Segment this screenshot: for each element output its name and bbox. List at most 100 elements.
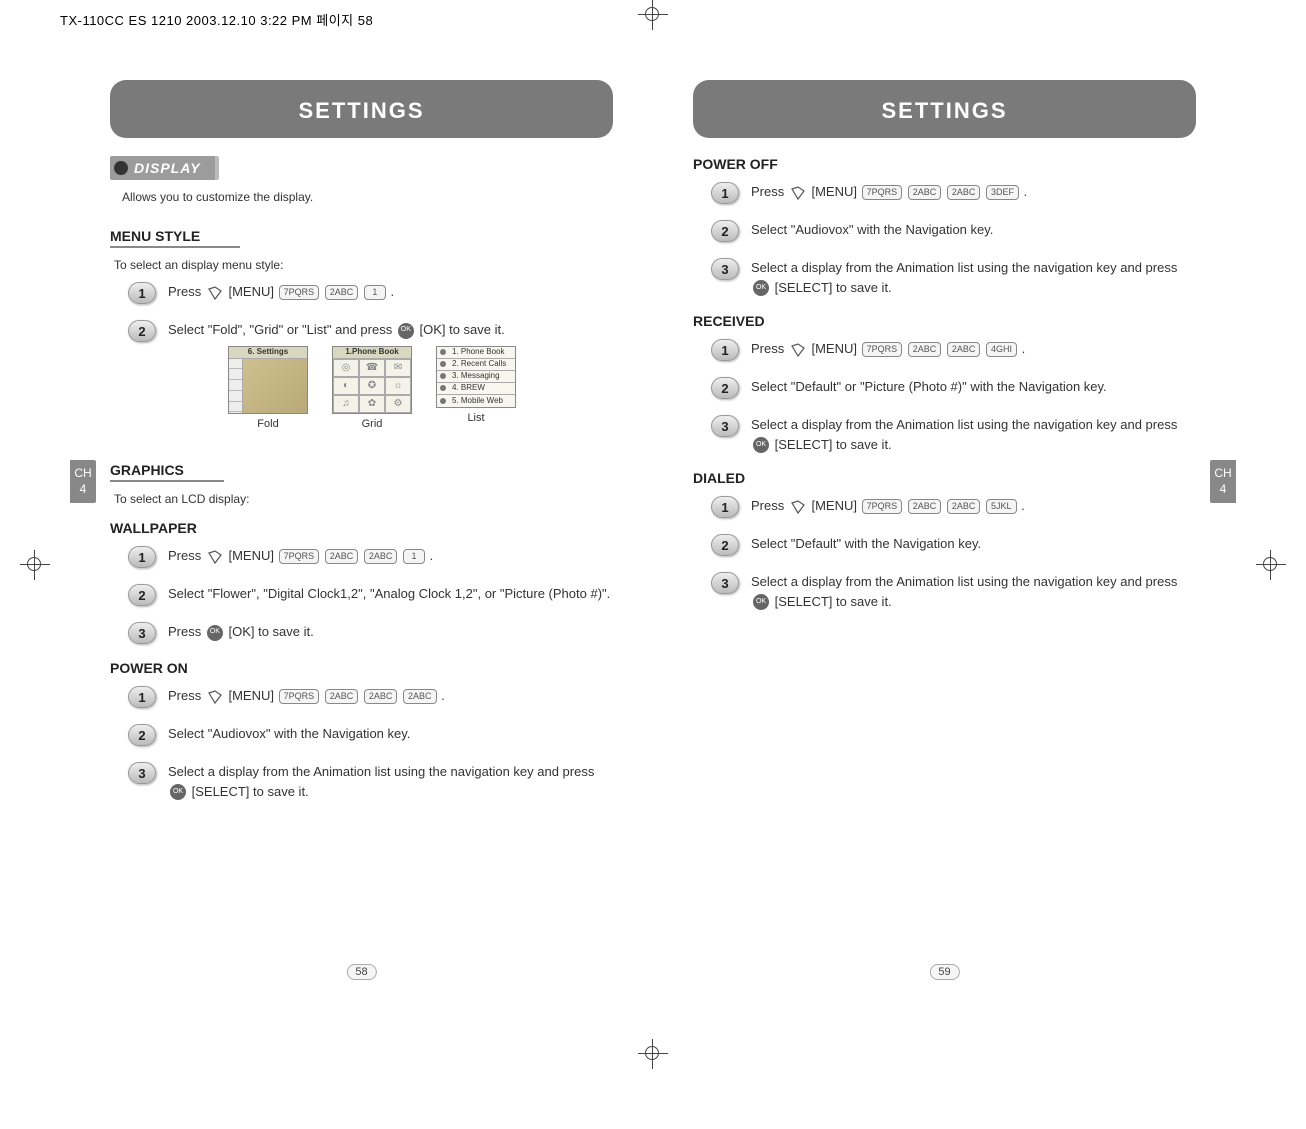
key-icon: 2ABC: [403, 689, 437, 705]
step-text: Press [MENU] 7PQRS 2ABC 2ABC 4GHI .: [751, 339, 1196, 359]
menu-style-screenshots: 6. Settings Fold 1.Phone Book ◎: [228, 346, 613, 433]
softkey-icon: [790, 499, 806, 515]
key-icon: 4GHI: [986, 342, 1017, 358]
dialed-heading: DIALED: [693, 470, 1196, 486]
step-text: Select a display from the Animation list…: [751, 415, 1196, 454]
step-number-icon: 2: [711, 534, 739, 556]
step-number-icon: 3: [128, 622, 156, 644]
list-item: 3. Messaging: [437, 371, 515, 383]
fold-label: Fold: [228, 416, 308, 433]
crop-mark-right: [1256, 550, 1286, 580]
power-off-step-2: 2 Select "Audiovox" with the Navigation …: [711, 220, 1196, 242]
menu-style-desc: To select an display menu style:: [114, 258, 613, 272]
text: [SELECT] to save it.: [775, 280, 892, 295]
text: Press: [751, 498, 788, 513]
text: [MENU]: [811, 498, 860, 513]
softkey-icon: [790, 185, 806, 201]
step-number-icon: 1: [711, 182, 739, 204]
chapter-label: CH: [1210, 466, 1236, 482]
crop-mark-bottom: [638, 1039, 668, 1069]
step-number-icon: 1: [128, 282, 156, 304]
step-number-icon: 1: [128, 546, 156, 568]
text: [SELECT] to save it.: [192, 784, 309, 799]
text: Press: [168, 284, 205, 299]
ok-button-icon: OK: [398, 323, 414, 339]
key-icon: 5JKL: [986, 499, 1017, 515]
text: [MENU]: [228, 688, 277, 703]
text: Select a display from the Animation list…: [751, 260, 1177, 275]
step-text: Select "Default" with the Navigation key…: [751, 534, 1196, 554]
page-number-right: 59: [929, 964, 959, 980]
key-icon: 2ABC: [325, 689, 359, 705]
text: Press: [751, 341, 788, 356]
list-preview: 1. Phone Book 2. Recent Calls 3. Messagi…: [436, 346, 516, 408]
key-icon: 2ABC: [364, 689, 398, 705]
power-on-step-3: 3 Select a display from the Animation li…: [128, 762, 613, 801]
step-number-icon: 2: [128, 584, 156, 606]
page-left: CH 4 SETTINGS DISPLAY Allows you to cust…: [70, 30, 653, 990]
wallpaper-heading: WALLPAPER: [110, 520, 613, 536]
graphics-heading: GRAPHICS: [110, 462, 224, 482]
text: .: [1022, 341, 1026, 356]
step-number-icon: 1: [711, 339, 739, 361]
step-text: Press [MENU] 7PQRS 2ABC 1 .: [168, 282, 613, 302]
key-icon: 7PQRS: [862, 342, 903, 358]
dialed-step-2: 2 Select "Default" with the Navigation k…: [711, 534, 1196, 556]
wallpaper-step-1: 1 Press [MENU] 7PQRS 2ABC 2ABC 1 .: [128, 546, 613, 568]
key-icon: 2ABC: [908, 499, 942, 515]
page-spread: CH 4 SETTINGS DISPLAY Allows you to cust…: [70, 30, 1236, 990]
text: Press: [168, 624, 205, 639]
text: [SELECT] to save it.: [775, 594, 892, 609]
grid-preview: ◎☎✉ ◐✪☼ ♫✿⚙: [333, 359, 411, 413]
screenshot-list: 1. Phone Book 2. Recent Calls 3. Messagi…: [436, 346, 516, 433]
step-text: Select "Default" or "Picture (Photo #)" …: [751, 377, 1196, 397]
text: Press: [168, 688, 205, 703]
step-number-icon: 2: [711, 220, 739, 242]
ok-button-icon: OK: [753, 437, 769, 453]
step-text: Press [MENU] 7PQRS 2ABC 2ABC 1 .: [168, 546, 613, 566]
step-text: Press [MENU] 7PQRS 2ABC 2ABC 5JKL .: [751, 496, 1196, 516]
text: [MENU]: [811, 341, 860, 356]
text: Select a display from the Animation list…: [751, 574, 1177, 589]
list-item: 2. Recent Calls: [437, 359, 515, 371]
text: [MENU]: [811, 184, 860, 199]
step-text: Select "Flower", "Digital Clock1,2", "An…: [168, 584, 613, 604]
step-number-icon: 2: [128, 320, 156, 342]
list-item: 4. BREW: [437, 383, 515, 395]
step-text: Select "Fold", "Grid" or "List" and pres…: [168, 320, 613, 432]
screenshot-fold: 6. Settings Fold: [228, 346, 308, 433]
menu-style-heading: MENU STYLE: [110, 228, 240, 248]
step-text: Press [MENU] 7PQRS 2ABC 2ABC 3DEF .: [751, 182, 1196, 202]
key-icon: 2ABC: [947, 342, 981, 358]
step-text: Select "Audiovox" with the Navigation ke…: [751, 220, 1196, 240]
crop-mark-top: [638, 0, 668, 30]
step-number-icon: 1: [128, 686, 156, 708]
document-header-strip: TX-110CC ES 1210 2003.12.10 3:22 PM 페이지 …: [60, 10, 373, 29]
list-item: 1. Phone Book: [437, 347, 515, 359]
fold-preview: [229, 359, 307, 413]
ok-button-icon: OK: [170, 784, 186, 800]
key-icon: 2ABC: [364, 549, 398, 565]
ok-button-icon: OK: [753, 280, 769, 296]
key-icon: 2ABC: [325, 549, 359, 565]
key-icon: 7PQRS: [279, 285, 320, 301]
text: [OK] to save it.: [419, 322, 504, 337]
ok-button-icon: OK: [207, 625, 223, 641]
received-step-3: 3 Select a display from the Animation li…: [711, 415, 1196, 454]
ok-button-icon: OK: [753, 594, 769, 610]
step-text: Select a display from the Animation list…: [168, 762, 613, 801]
fold-header: 6. Settings: [229, 347, 307, 359]
chapter-tab-left: CH 4: [70, 460, 96, 503]
step-number-icon: 2: [128, 724, 156, 746]
key-icon: 2ABC: [947, 185, 981, 201]
menu-style-step-1: 1 Press [MENU] 7PQRS 2ABC 1 .: [128, 282, 613, 304]
wallpaper-step-2: 2 Select "Flower", "Digital Clock1,2", "…: [128, 584, 613, 606]
text: .: [391, 284, 395, 299]
text: .: [441, 688, 445, 703]
step-text: Select a display from the Animation list…: [751, 572, 1196, 611]
text: Select "Fold", "Grid" or "List" and pres…: [168, 322, 396, 337]
power-on-heading: POWER ON: [110, 660, 613, 676]
menu-style-step-2: 2 Select "Fold", "Grid" or "List" and pr…: [128, 320, 613, 432]
key-icon: 7PQRS: [279, 549, 320, 565]
page-header-right: SETTINGS: [693, 80, 1196, 138]
